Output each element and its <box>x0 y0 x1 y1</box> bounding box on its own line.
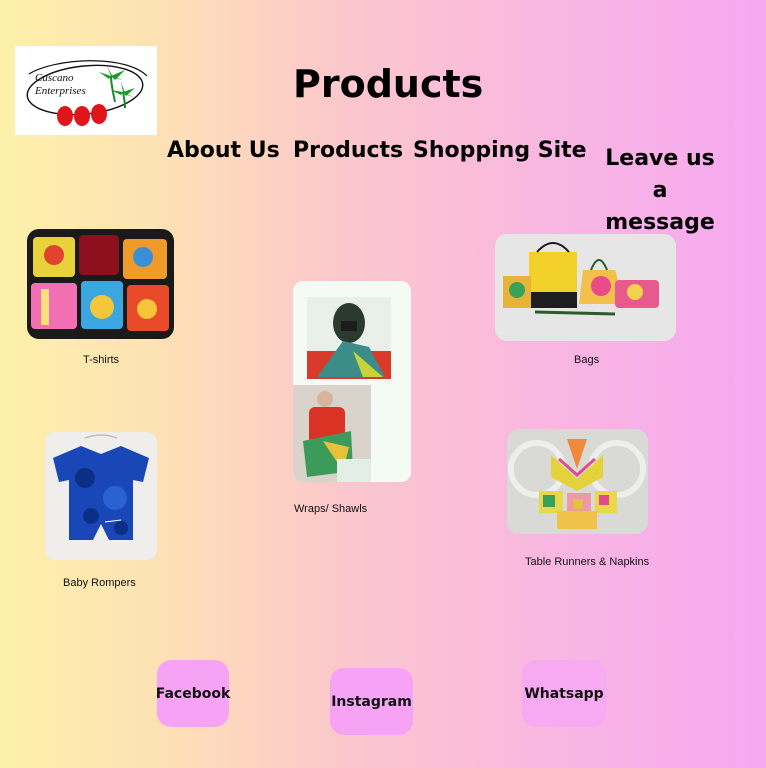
nav-about-us[interactable]: About Us <box>167 137 280 165</box>
tshirts-image[interactable] <box>27 229 174 339</box>
caption-tshirts: T-shirts <box>83 354 120 366</box>
wraps-shawls-image[interactable] <box>293 281 411 482</box>
instagram-button[interactable]: Instagram <box>330 668 413 735</box>
logo-text-line1: Cuscano <box>35 72 74 84</box>
caption-wraps-shawls: Wraps/ Shawls <box>294 503 368 515</box>
page-title: Products <box>293 62 484 106</box>
caption-baby-rompers: Baby Rompers <box>63 577 136 589</box>
company-logo[interactable]: Cuscano Enterprises <box>15 46 157 135</box>
whatsapp-button[interactable]: Whatsapp <box>522 660 606 727</box>
nav-products[interactable]: Products <box>293 137 403 165</box>
facebook-button[interactable]: Facebook <box>156 660 230 727</box>
logo-text-line2: Enterprises <box>35 85 86 97</box>
caption-bags: Bags <box>574 354 600 366</box>
caption-table-runners: Table Runners & Napkins <box>525 556 650 568</box>
nav-leave-message[interactable]: Leave us a message <box>598 143 722 239</box>
table-runners-image[interactable] <box>507 429 648 534</box>
nav-shopping-site[interactable]: Shopping Site <box>413 137 587 165</box>
nav-leave-message-line1: Leave us <box>605 146 715 171</box>
baby-rompers-image[interactable] <box>45 432 157 560</box>
bags-image[interactable] <box>495 234 676 341</box>
nav-leave-message-line2: a message <box>605 178 715 235</box>
